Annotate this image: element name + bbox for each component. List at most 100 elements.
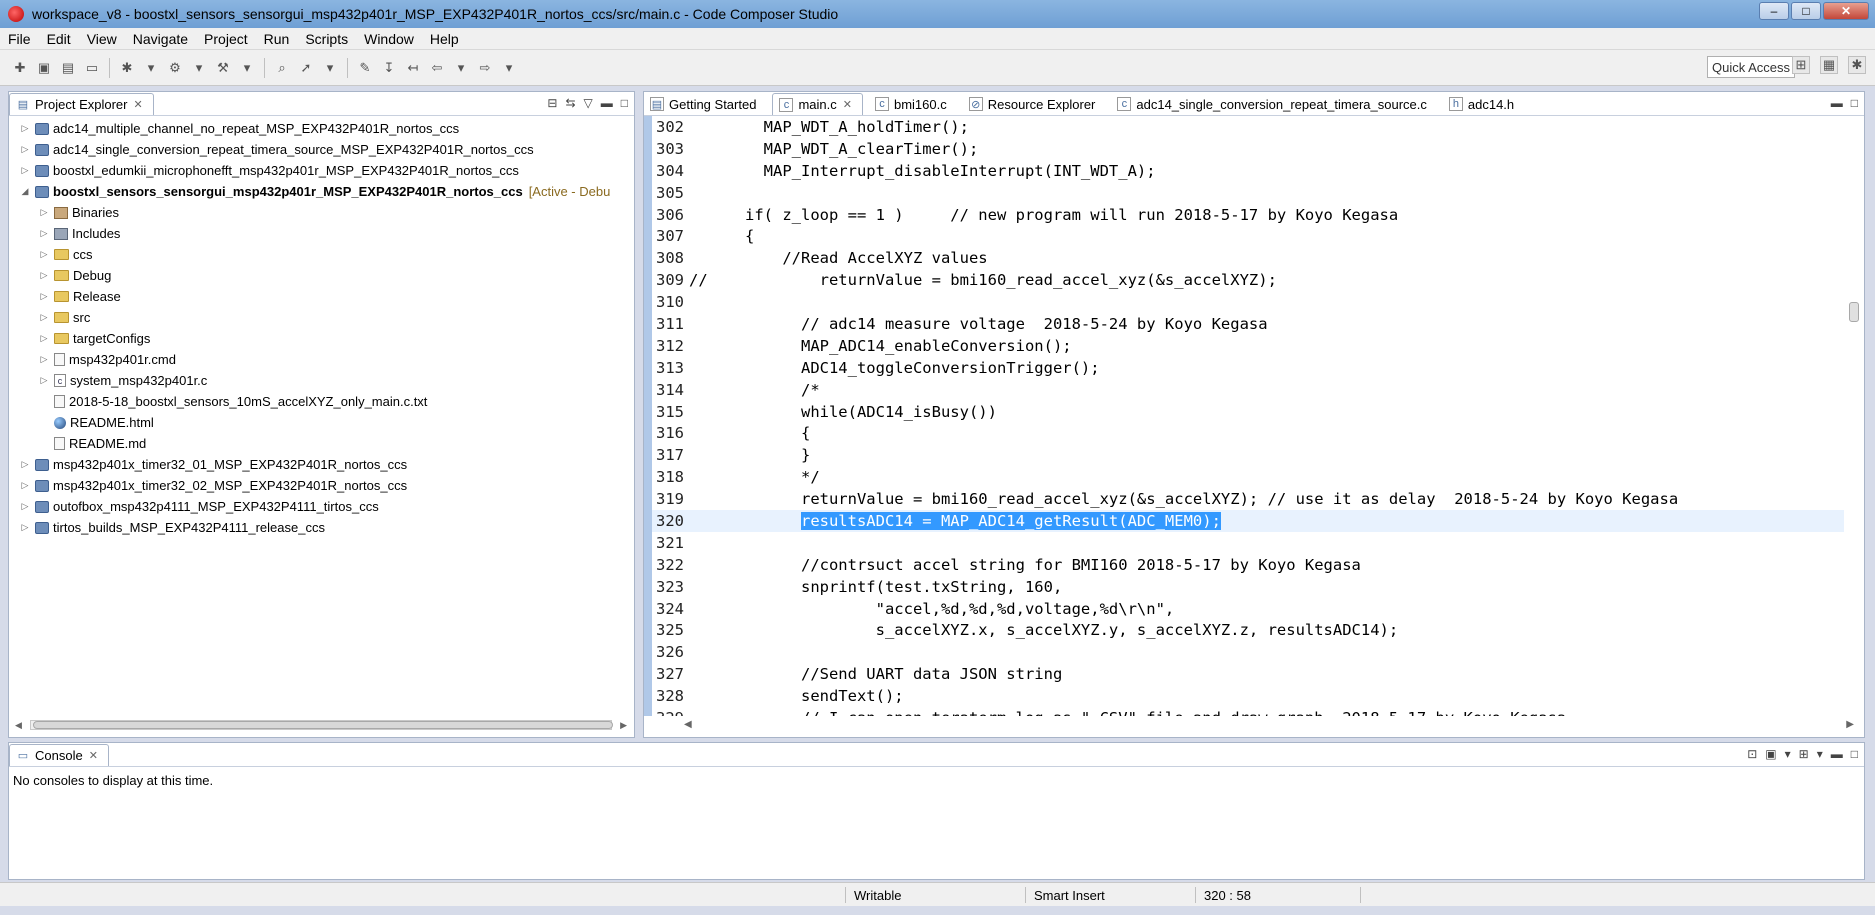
- tab-editor-file[interactable]: ▤ Getting Started: [644, 93, 766, 115]
- code-line[interactable]: 321: [644, 532, 1844, 554]
- code-line[interactable]: 324 "accel,%d,%d,%d,voltage,%d\r\n",: [644, 598, 1844, 620]
- search-icon[interactable]: ⌕: [273, 59, 291, 77]
- menu-scripts[interactable]: Scripts: [297, 31, 356, 47]
- minimize-icon[interactable]: ▬: [1831, 747, 1843, 761]
- code-line[interactable]: 311 // adc14 measure voltage 2018-5-24 b…: [644, 313, 1844, 335]
- close-icon[interactable]: ✕: [89, 749, 98, 762]
- code-line[interactable]: 319 returnValue = bmi160_read_accel_xyz(…: [644, 488, 1844, 510]
- code-line[interactable]: 315 while(ADC14_isBusy()): [644, 401, 1844, 423]
- code-line[interactable]: 325 s_accelXYZ.x, s_accelXYZ.y, s_accelX…: [644, 619, 1844, 641]
- display-console-icon[interactable]: ▣: [1765, 747, 1776, 761]
- open-perspective-icon[interactable]: ⊞: [1792, 56, 1810, 74]
- code-line[interactable]: 307 {: [644, 225, 1844, 247]
- expand-twisty-icon[interactable]: ▷: [19, 501, 31, 512]
- expand-twisty-icon[interactable]: ▷: [38, 207, 50, 218]
- annotation-icon[interactable]: ✎: [356, 59, 374, 77]
- tree-item[interactable]: README.html: [9, 412, 634, 433]
- maximize-icon[interactable]: □: [621, 96, 628, 110]
- expand-twisty-icon[interactable]: ▷: [19, 165, 31, 176]
- code-editor[interactable]: 302 MAP_WDT_A_holdTimer(); 303 MAP_WDT_A_…: [644, 116, 1844, 716]
- code-line[interactable]: 329 // I can open teraterm.log as ".CSV"…: [644, 707, 1844, 716]
- menu-help[interactable]: Help: [422, 31, 467, 47]
- scroll-right-icon[interactable]: ▶: [1846, 719, 1854, 733]
- tree-item[interactable]: ▷ adc14_multiple_channel_no_repeat_MSP_EX…: [9, 118, 634, 139]
- chevron-down-icon[interactable]: ▾: [1817, 747, 1823, 761]
- build-icon[interactable]: ⚙: [166, 59, 184, 77]
- chevron-down-icon[interactable]: ▾: [321, 59, 339, 77]
- code-line[interactable]: 310: [644, 291, 1844, 313]
- link-editor-icon[interactable]: ⇆: [565, 96, 575, 110]
- menu-window[interactable]: Window: [356, 31, 422, 47]
- tree-item[interactable]: ▷ msp432p401x_timer32_01_MSP_EXP432P401R_…: [9, 454, 634, 475]
- minimize-icon[interactable]: ▬: [601, 96, 613, 110]
- code-line[interactable]: 328 sendText();: [644, 685, 1844, 707]
- tree-item[interactable]: ▷ tirtos_builds_MSP_EXP432P4111_release_c…: [9, 517, 634, 538]
- expand-twisty-icon[interactable]: ▷: [19, 480, 31, 491]
- last-edit-icon[interactable]: ↤: [404, 59, 422, 77]
- chevron-down-icon[interactable]: ▾: [238, 59, 256, 77]
- code-line[interactable]: 318 */: [644, 466, 1844, 488]
- expand-twisty-icon[interactable]: ▷: [19, 522, 31, 533]
- maximize-button[interactable]: □: [1791, 2, 1821, 20]
- expand-twisty-icon[interactable]: ▷: [38, 354, 50, 365]
- tab-editor-file[interactable]: c bmi160.c: [869, 93, 957, 115]
- save-icon[interactable]: ▣: [35, 59, 53, 77]
- collapse-all-icon[interactable]: ⊟: [547, 96, 557, 110]
- hammer-icon[interactable]: ⚒: [214, 59, 232, 77]
- tree-item[interactable]: ▷ msp432p401r.cmd: [9, 349, 634, 370]
- quick-access-input[interactable]: Quick Access: [1707, 56, 1795, 78]
- debug-icon[interactable]: ✱: [118, 59, 136, 77]
- expand-twisty-icon[interactable]: ▷: [19, 144, 31, 155]
- menu-edit[interactable]: Edit: [39, 31, 79, 47]
- terminal-icon[interactable]: ▭: [83, 59, 101, 77]
- view-menu-icon[interactable]: ▽: [584, 96, 593, 110]
- menu-navigate[interactable]: Navigate: [125, 31, 196, 47]
- chevron-down-icon[interactable]: ▾: [1785, 747, 1791, 761]
- menu-view[interactable]: View: [79, 31, 125, 47]
- tree-item[interactable]: ▷ Binaries: [9, 202, 634, 223]
- code-line[interactable]: 320 resultsADC14 = MAP_ADC14_getResult(A…: [644, 510, 1844, 532]
- save-all-icon[interactable]: ▤: [59, 59, 77, 77]
- code-line[interactable]: 306 if( z_loop == 1 ) // new program wil…: [644, 204, 1844, 226]
- open-console-icon[interactable]: ⊞: [1799, 747, 1809, 761]
- scroll-left-icon[interactable]: ◀: [15, 720, 22, 731]
- new-icon[interactable]: ✚: [11, 59, 29, 77]
- code-line[interactable]: 303 MAP_WDT_A_clearTimer();: [644, 138, 1844, 160]
- chevron-down-icon[interactable]: ▾: [190, 59, 208, 77]
- code-line[interactable]: 312 MAP_ADC14_enableConversion();: [644, 335, 1844, 357]
- tree-item[interactable]: ▷ msp432p401x_timer32_02_MSP_EXP432P401R_…: [9, 475, 634, 496]
- tab-editor-file[interactable]: ⊘ Resource Explorer: [963, 93, 1106, 115]
- code-line[interactable]: 323 snprintf(test.txString, 160,: [644, 576, 1844, 598]
- code-line[interactable]: 302 MAP_WDT_A_holdTimer();: [644, 116, 1844, 138]
- close-icon[interactable]: ✕: [843, 98, 852, 111]
- expanded-twisty-icon[interactable]: ◢: [19, 186, 31, 197]
- scroll-left-icon[interactable]: ◀: [684, 719, 692, 733]
- tree-item[interactable]: ▷ boostxl_edumkii_microphonefft_msp432p40…: [9, 160, 634, 181]
- minimize-icon[interactable]: ▬: [1831, 96, 1843, 110]
- tab-console[interactable]: ▭ Console ✕: [9, 744, 109, 766]
- code-line[interactable]: 314 /*: [644, 379, 1844, 401]
- close-icon[interactable]: ✕: [133, 98, 142, 111]
- editor-vertical-scrollbar[interactable]: [1846, 122, 1862, 702]
- flash-icon[interactable]: ➚: [297, 59, 315, 77]
- code-line[interactable]: 317 }: [644, 444, 1844, 466]
- tree-item[interactable]: 2018-5-18_boostxl_sensors_10mS_accelXYZ_…: [9, 391, 634, 412]
- next-annotation-icon[interactable]: ↧: [380, 59, 398, 77]
- chevron-down-icon[interactable]: ▾: [142, 59, 160, 77]
- tab-project-explorer[interactable]: ▤ Project Explorer ✕: [9, 93, 154, 115]
- code-line[interactable]: 309// returnValue = bmi160_read_accel_xy…: [644, 269, 1844, 291]
- tree-item[interactable]: ▷ src: [9, 307, 634, 328]
- pin-console-icon[interactable]: ⊡: [1747, 747, 1757, 761]
- maximize-icon[interactable]: □: [1851, 96, 1858, 110]
- back-icon[interactable]: ⇦: [428, 59, 446, 77]
- maximize-icon[interactable]: □: [1851, 747, 1858, 761]
- tree-item[interactable]: ▷ c system_msp432p401r.c: [9, 370, 634, 391]
- tab-editor-file[interactable]: c adc14_single_conversion_repeat_timera_s…: [1111, 93, 1437, 115]
- expand-twisty-icon[interactable]: ▷: [19, 123, 31, 134]
- scroll-right-icon[interactable]: ▶: [620, 720, 627, 731]
- tree-item[interactable]: ▷ Debug: [9, 265, 634, 286]
- code-line[interactable]: 326: [644, 641, 1844, 663]
- code-line[interactable]: 316 {: [644, 422, 1844, 444]
- debug-perspective-icon[interactable]: ✱: [1848, 56, 1866, 74]
- tree-item[interactable]: ▷ ccs: [9, 244, 634, 265]
